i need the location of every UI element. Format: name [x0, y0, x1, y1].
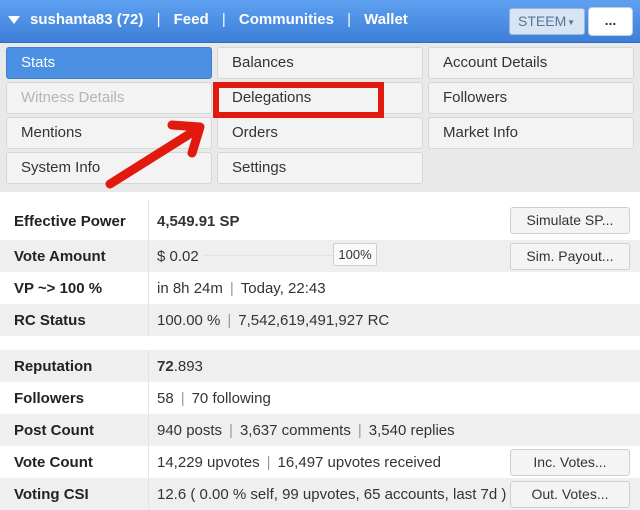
- inc-votes-button[interactable]: Inc. Votes...: [510, 449, 630, 476]
- nav-wallet-link[interactable]: Wallet: [364, 11, 408, 28]
- vp-time: in 8h 24m: [157, 280, 223, 297]
- row-voting-csi: Voting CSI 12.6 ( 0.00 % self, 99 upvote…: [0, 478, 640, 510]
- column-divider: [148, 200, 149, 240]
- value-separator: |: [357, 422, 362, 439]
- more-button[interactable]: ...: [588, 7, 633, 36]
- row-reputation: Reputation 72.893: [0, 350, 640, 382]
- vote-percent-button[interactable]: 100%: [333, 243, 377, 266]
- voting-csi-label: Voting CSI: [14, 486, 89, 503]
- comments-count: 3,637 comments: [239, 422, 351, 439]
- rc-status-label: RC Status: [14, 312, 86, 329]
- column-divider: [148, 414, 149, 446]
- upvotes-count: 14,229 upvotes: [157, 454, 260, 471]
- caret-down-icon[interactable]: [8, 16, 20, 24]
- row-vote-count: Vote Count 14,229 upvotes | 16,497 upvotes…: [0, 446, 640, 478]
- column-divider: [148, 304, 149, 336]
- vote-amount-label: Vote Amount: [14, 248, 106, 265]
- reputation-value: 72.893: [157, 358, 203, 375]
- following-count: 70 following: [191, 390, 271, 407]
- menu-item-witness-details: Witness Details: [6, 82, 212, 114]
- post-count-value: 940 posts | 3,637 comments | 3,540 replies: [157, 422, 455, 439]
- value-separator: |: [229, 422, 233, 439]
- rc-percent: 100.00 %: [157, 312, 221, 329]
- menu-item-market-info[interactable]: Market Info: [428, 117, 634, 149]
- vp-when: Today, 22:43: [240, 280, 326, 297]
- column-divider: [148, 382, 149, 414]
- vote-count-label: Vote Count: [14, 454, 93, 471]
- followers-count: 58: [157, 390, 174, 407]
- top-bar: sushanta83 (72) | Feed | Communities | W…: [0, 0, 640, 43]
- value-separator: |: [180, 390, 185, 407]
- rc-amount: 7,542,619,491,927 RC: [238, 312, 390, 329]
- chevron-down-icon: ▼: [567, 18, 575, 27]
- vote-weight-slider[interactable]: [205, 250, 333, 262]
- upvotes-received: 16,497 upvotes received: [277, 454, 441, 471]
- out-votes-button[interactable]: Out. Votes...: [510, 481, 630, 508]
- nav-separator: |: [221, 11, 226, 28]
- vote-count-value: 14,229 upvotes | 16,497 upvotes received: [157, 454, 441, 471]
- replies-count: 3,540 replies: [368, 422, 455, 439]
- nav-separator: |: [156, 11, 161, 28]
- row-followers: Followers 58 | 70 following: [0, 382, 640, 414]
- followers-value: 58 | 70 following: [157, 390, 271, 407]
- simulate-sp-button[interactable]: Simulate SP...: [510, 207, 630, 234]
- menu-item-orders[interactable]: Orders: [217, 117, 423, 149]
- steem-select-label: STEEM: [518, 13, 567, 29]
- column-divider: [148, 446, 149, 478]
- row-vote-amount: Vote Amount $ 0.02 100% Sim. Payout...: [0, 240, 640, 272]
- value-separator: |: [266, 454, 271, 471]
- sim-payout-button[interactable]: Sim. Payout...: [510, 243, 630, 270]
- annotation-highlight-box: [213, 82, 384, 118]
- reputation-label: Reputation: [14, 358, 93, 375]
- vote-amount-value: $ 0.02: [157, 248, 199, 265]
- row-effective-power: Effective Power 4,549.91 SP Simulate SP.…: [0, 200, 640, 240]
- menu-item-followers[interactable]: Followers: [428, 82, 634, 114]
- followers-label: Followers: [14, 390, 85, 407]
- vp-label: VP ~> 100 %: [14, 280, 103, 297]
- effective-power-label: Effective Power: [14, 213, 126, 230]
- column-divider: [148, 272, 149, 304]
- row-post-count: Post Count 940 posts | 3,637 comments | 3,54…: [0, 414, 640, 446]
- column-divider: [148, 350, 149, 382]
- user-link[interactable]: sushanta83 (72): [30, 11, 143, 28]
- nav-feed-link[interactable]: Feed: [174, 11, 209, 28]
- menu-item-settings[interactable]: Settings: [217, 152, 423, 184]
- row-vp: VP ~> 100 % in 8h 24m | Today, 22:43: [0, 272, 640, 304]
- effective-power-value: 4,549.91 SP: [157, 213, 240, 230]
- reputation-integer: 72: [157, 358, 174, 375]
- reputation-decimal: .893: [173, 358, 203, 375]
- top-nav: sushanta83 (72) | Feed | Communities | W…: [30, 11, 408, 28]
- nav-communities-link[interactable]: Communities: [239, 11, 334, 28]
- nav-separator: |: [347, 11, 351, 28]
- posts-count: 940 posts: [157, 422, 223, 439]
- column-divider: [148, 478, 149, 510]
- row-rc-status: RC Status 100.00 % | 7,542,619,491,927 RC: [0, 304, 640, 336]
- menu-item-mentions[interactable]: Mentions: [6, 117, 212, 149]
- menu-item-stats[interactable]: Stats: [6, 47, 212, 79]
- menu-item-account-details[interactable]: Account Details: [428, 47, 634, 79]
- post-count-label: Post Count: [14, 422, 94, 439]
- rc-status-value: 100.00 % | 7,542,619,491,927 RC: [157, 312, 389, 329]
- value-separator: |: [227, 312, 232, 329]
- column-divider: [148, 240, 149, 272]
- steem-select[interactable]: STEEM ▼: [509, 8, 585, 35]
- voting-csi-value: 12.6 ( 0.00 % self, 99 upvotes, 65 accou…: [157, 486, 507, 503]
- menu-item-balances[interactable]: Balances: [217, 47, 423, 79]
- slider-fill: [205, 255, 333, 257]
- value-separator: |: [229, 280, 234, 297]
- menu-item-system-info[interactable]: System Info: [6, 152, 212, 184]
- vp-value: in 8h 24m | Today, 22:43: [157, 280, 326, 297]
- stats-table: Effective Power 4,549.91 SP Simulate SP.…: [0, 200, 640, 510]
